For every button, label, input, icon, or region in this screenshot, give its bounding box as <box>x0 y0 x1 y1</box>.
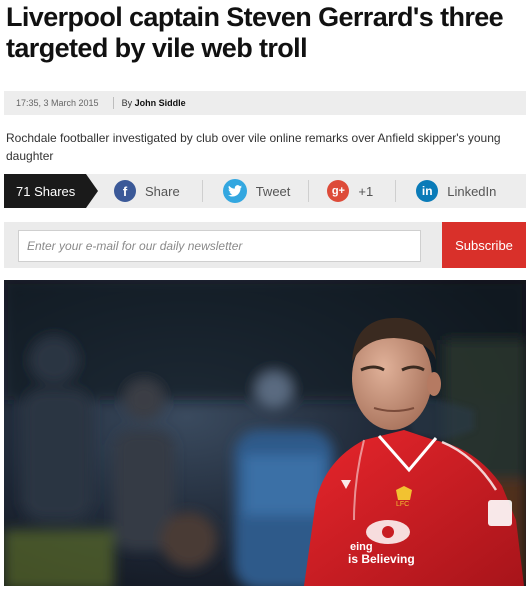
newsletter-signup: Subscribe <box>4 222 526 268</box>
twitter-share-label: Tweet <box>255 183 291 199</box>
facebook-icon: f <box>114 180 136 202</box>
linkedin-share-button[interactable]: in LinkedIn <box>416 174 496 208</box>
author-byline: By John Siddle <box>122 98 186 108</box>
facebook-share-button[interactable]: f Share <box>114 174 180 208</box>
linkedin-share-label: LinkedIn <box>447 183 497 199</box>
twitter-share-button[interactable]: Tweet <box>222 174 291 208</box>
googleplus-icon: g+ <box>327 180 350 202</box>
league-badge <box>488 500 512 526</box>
subscribe-button[interactable]: Subscribe <box>442 222 526 268</box>
gerrard-photo-illustration: LFC eing is Believing <box>4 280 526 586</box>
author-name[interactable]: John Siddle <box>135 98 186 108</box>
headline-line-1: Liverpool captain Steven Gerrard's three <box>6 2 504 32</box>
share-bar: 71 Shares f Share Tweet g+ +1 in LinkedI… <box>4 174 526 208</box>
article-meta-bar: 17:35, 3 March 2015 By John Siddle <box>4 91 526 115</box>
author-prefix: By <box>121 98 133 108</box>
article-headline: Liverpool captain Steven Gerrard's three… <box>6 2 526 64</box>
article-standfirst: Rochdale footballer investigated by club… <box>6 131 501 163</box>
share-divider <box>308 180 310 202</box>
article-timestamp: 17:35, 3 March 2015 <box>16 98 99 108</box>
newsletter-email-input[interactable] <box>18 230 421 262</box>
googleplus-share-button[interactable]: g+ +1 <box>327 174 373 208</box>
share-divider <box>395 180 397 202</box>
facebook-share-label: Share <box>145 183 180 199</box>
crest-text: LFC <box>396 501 409 508</box>
headline-line-2: targeted by vile web troll <box>6 33 308 63</box>
share-divider <box>201 180 203 202</box>
article-hero-photo[interactable]: LFC eing is Believing <box>4 280 526 586</box>
sponsor-text-line-2: is Believing <box>348 552 415 566</box>
googleplus-share-label: +1 <box>358 183 374 199</box>
twitter-icon <box>222 179 247 203</box>
linkedin-icon: in <box>416 180 439 202</box>
shares-count: 71 Shares <box>4 174 98 208</box>
meta-divider <box>112 97 114 109</box>
